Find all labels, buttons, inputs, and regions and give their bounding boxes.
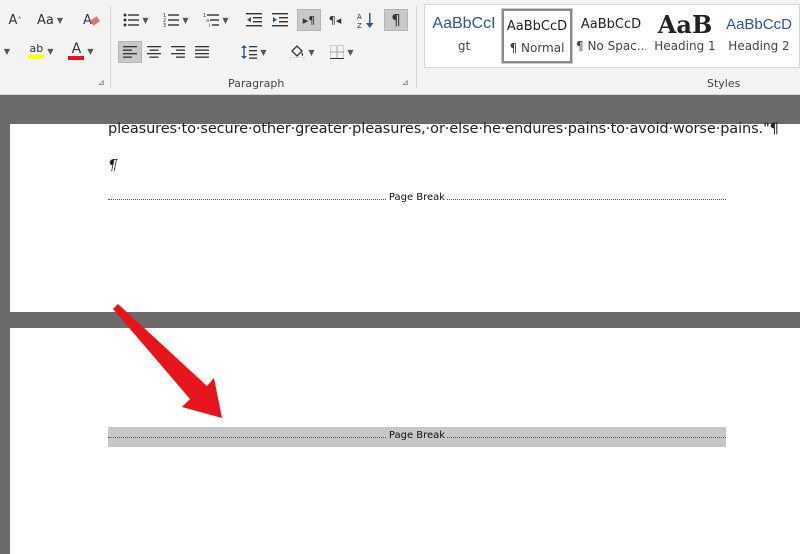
annotation-arrow-icon [113, 304, 222, 418]
